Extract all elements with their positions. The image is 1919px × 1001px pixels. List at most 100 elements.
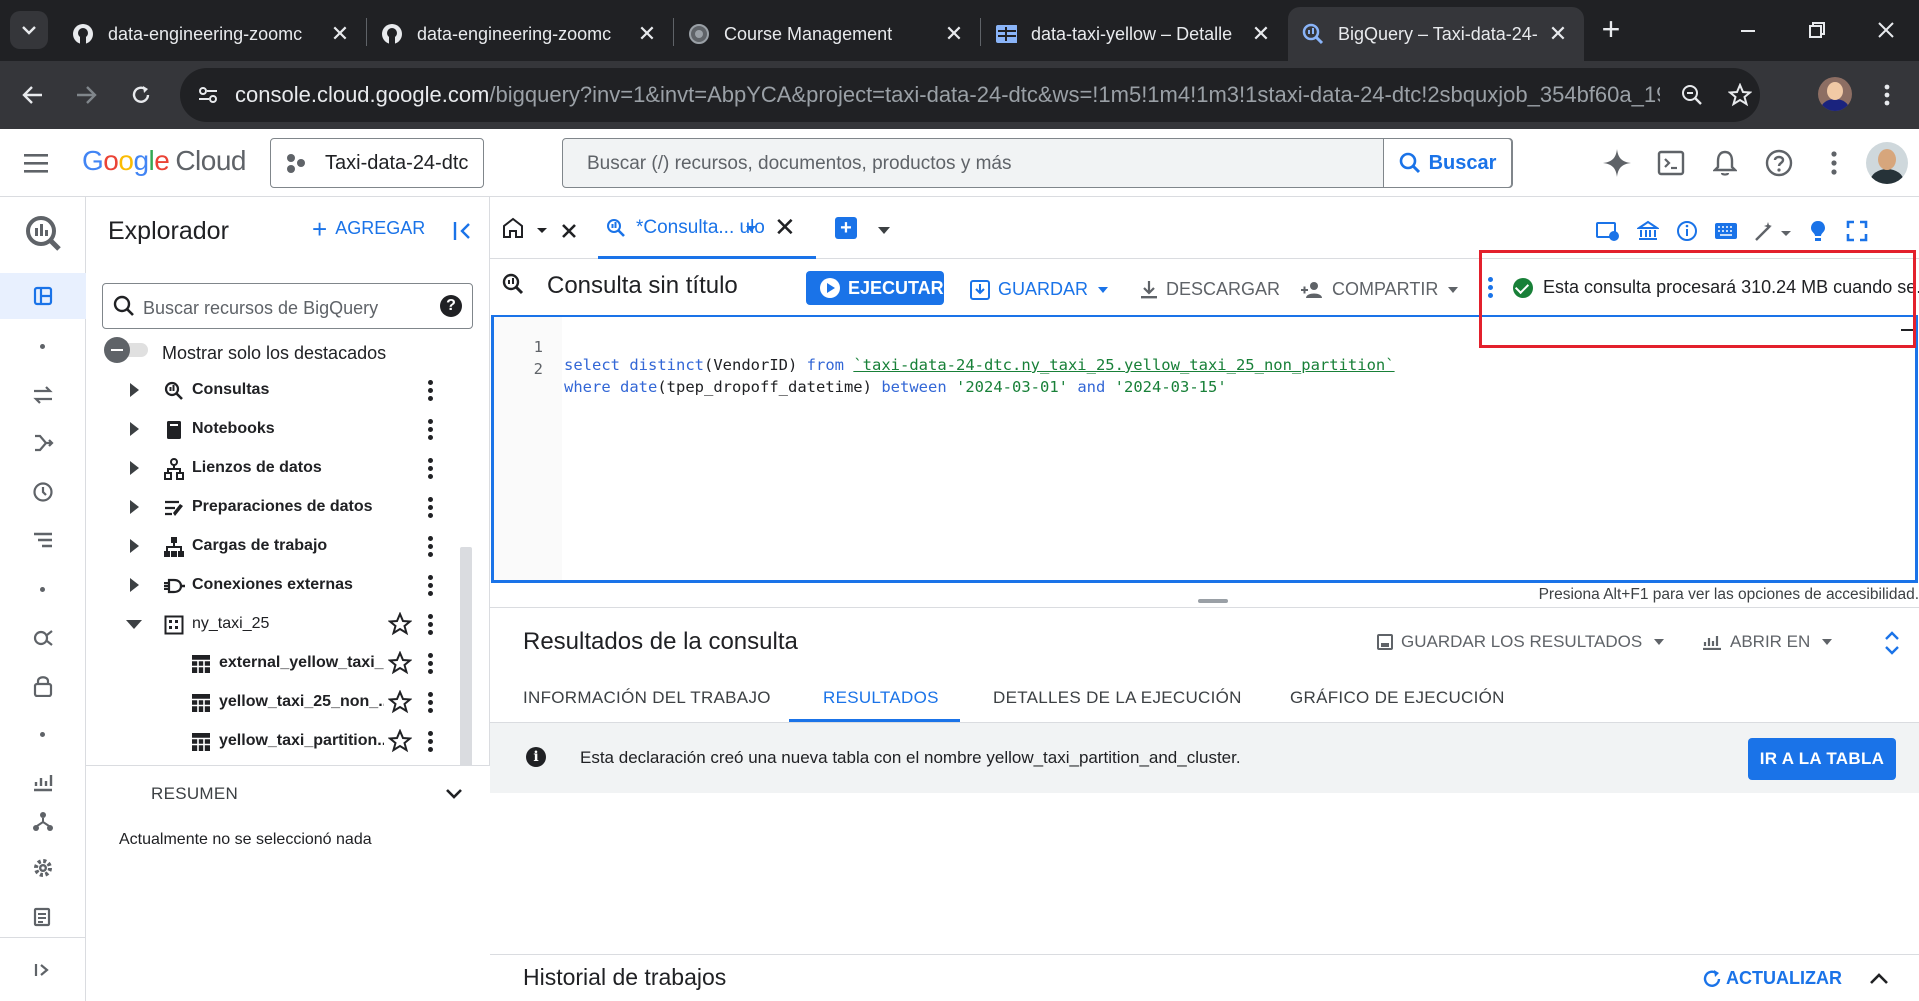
more-options-icon[interactable]	[427, 419, 433, 441]
new-tab-button[interactable]: +	[1594, 13, 1628, 48]
console-search-button[interactable]: Buscar	[1383, 138, 1512, 188]
run-button[interactable]: EJECUTAR	[806, 271, 944, 305]
rail-workflows-icon[interactable]	[0, 517, 86, 563]
window-close-icon[interactable]	[1866, 10, 1906, 50]
project-picker[interactable]: Taxi-data-24-dtc	[270, 138, 484, 188]
browser-tab-5-active[interactable]: BigQuery – Taxi-data-24- ✕	[1288, 7, 1584, 61]
expand-collapse-icon[interactable]	[1881, 629, 1903, 657]
close-icon[interactable]: ✕	[1546, 21, 1570, 46]
explorer-add-button[interactable]: + AGREGAR	[312, 216, 425, 242]
more-options-icon[interactable]	[427, 731, 433, 753]
share-button[interactable]: COMPARTIR	[1300, 279, 1459, 300]
forward-icon[interactable]	[66, 75, 106, 115]
expand-caret-icon[interactable]	[130, 578, 139, 592]
settings-kebab-icon[interactable]	[1817, 146, 1851, 180]
bigquery-logo-icon[interactable]	[0, 207, 86, 259]
more-options-icon[interactable]	[427, 536, 433, 558]
expand-caret-icon[interactable]	[130, 422, 139, 436]
browser-tab-2[interactable]: data-engineering-zoomc ✕	[367, 7, 673, 61]
google-cloud-logo[interactable]: Google Cloud	[82, 145, 246, 177]
rail-release-notes-icon[interactable]	[0, 894, 86, 940]
rail-expand-icon[interactable]	[0, 947, 86, 993]
sql-editor[interactable]: 1 select distinct(VendorID) from `taxi-d…	[491, 315, 1918, 583]
site-info-icon[interactable]	[192, 79, 224, 111]
tree-item-table-partition[interactable]: yellow_taxi_partition...	[86, 722, 456, 761]
more-options-icon[interactable]	[427, 653, 433, 675]
rail-transfers-icon[interactable]	[0, 372, 86, 418]
home-tab[interactable]	[500, 215, 604, 245]
close-icon[interactable]: ✕	[328, 21, 352, 46]
keyboard-icon[interactable]	[1714, 219, 1738, 243]
browser-menu-icon[interactable]	[1867, 75, 1907, 115]
explorer-search-input[interactable]: Buscar recursos de BigQuery ?	[102, 283, 473, 329]
star-icon[interactable]	[388, 651, 412, 675]
refresh-button[interactable]: ACTUALIZAR	[1702, 968, 1842, 989]
new-query-dropdown-icon[interactable]	[878, 227, 890, 234]
reload-icon[interactable]	[121, 75, 161, 115]
expand-caret-icon[interactable]	[130, 539, 139, 553]
lightbulb-icon[interactable]	[1806, 219, 1830, 243]
url-text[interactable]: console.cloud.google.com/bigquery?inv=1&…	[235, 82, 1660, 108]
tree-item-lienzos[interactable]: Lienzos de datos	[86, 449, 456, 488]
more-options-icon[interactable]	[427, 614, 433, 636]
rail-analytics-hub-icon[interactable]	[0, 615, 86, 661]
tab-execution-details[interactable]: DETALLES DE LA EJECUCIÓN	[993, 688, 1242, 708]
chevron-up-icon[interactable]	[1867, 968, 1891, 990]
expand-caret-icon[interactable]	[130, 500, 139, 514]
more-options-icon[interactable]	[427, 692, 433, 714]
download-button[interactable]: DESCARGAR	[1140, 279, 1280, 300]
star-icon[interactable]	[388, 729, 412, 753]
gemini-sparkle-icon[interactable]	[1600, 146, 1634, 180]
more-options-icon[interactable]	[427, 497, 433, 519]
tree-item-table-non-partition[interactable]: yellow_taxi_25_non_...	[86, 683, 456, 722]
notifications-bell-icon[interactable]	[1708, 146, 1742, 180]
open-in-button[interactable]: ABRIR EN	[1702, 632, 1833, 652]
collapse-caret-icon[interactable]	[126, 620, 142, 629]
browser-tab-4[interactable]: data-taxi-yellow – Detalle ✕	[981, 7, 1287, 61]
new-query-button[interactable]: +	[835, 217, 857, 239]
rail-studio-icon[interactable]	[0, 273, 86, 319]
browser-tab-1[interactable]: data-engineering-zoomc ✕	[58, 7, 366, 61]
save-results-button[interactable]: GUARDAR LOS RESULTADOS	[1377, 632, 1665, 652]
restore-icon[interactable]	[1797, 10, 1837, 50]
tab-job-info[interactable]: INFORMACIÓN DEL TRABAJO	[523, 688, 771, 708]
tab-dropdown-icon[interactable]	[746, 226, 756, 232]
address-bar[interactable]: console.cloud.google.com/bigquery?inv=1&…	[180, 68, 1760, 122]
tab-results[interactable]: RESULTADOS	[823, 688, 939, 708]
close-icon[interactable]: ✕	[635, 21, 659, 46]
cloud-shell-icon[interactable]	[1654, 146, 1688, 180]
magic-wand-icon[interactable]	[1754, 219, 1794, 243]
more-options-icon[interactable]	[427, 380, 433, 402]
tree-item-dataset-ny-taxi-25[interactable]: ny_taxi_25	[86, 605, 456, 644]
star-icon[interactable]	[388, 612, 412, 636]
starred-only-toggle[interactable]	[104, 337, 150, 363]
user-avatar[interactable]	[1866, 142, 1908, 184]
tree-item-consultas[interactable]: Consultas	[86, 371, 456, 410]
expand-caret-icon[interactable]	[130, 383, 139, 397]
menu-icon[interactable]	[22, 149, 52, 177]
more-options-icon[interactable]	[427, 575, 433, 597]
close-tab-icon[interactable]: ✕	[774, 214, 796, 240]
tree-item-cargas[interactable]: Cargas de trabajo	[86, 527, 456, 566]
collapse-panel-icon[interactable]	[450, 218, 476, 244]
rail-scheduled-queries-icon[interactable]	[0, 469, 86, 515]
tab-execution-graph[interactable]: GRÁFICO DE EJECUCIÓN	[1290, 688, 1505, 708]
close-icon[interactable]: ✕	[1249, 21, 1273, 46]
fullscreen-icon[interactable]	[1845, 219, 1869, 243]
back-icon[interactable]	[13, 75, 53, 115]
rail-pipelines-icon[interactable]	[0, 420, 86, 466]
rail-lock-icon[interactable]	[0, 663, 86, 709]
rail-settings-gear-icon[interactable]	[0, 845, 86, 891]
more-options-icon[interactable]	[1487, 277, 1493, 301]
bookmark-star-icon[interactable]	[1725, 80, 1755, 110]
chevron-down-icon[interactable]	[444, 784, 464, 804]
minimize-icon[interactable]	[1728, 10, 1768, 50]
resize-handle[interactable]	[1198, 599, 1228, 603]
query-editor-tab[interactable]: *Consulta... ulo ✕	[598, 197, 816, 259]
zoom-icon[interactable]	[1677, 80, 1707, 110]
save-button[interactable]: GUARDAR	[970, 279, 1109, 300]
tab-search-button[interactable]	[10, 11, 48, 49]
help-icon[interactable]: ?	[440, 295, 462, 317]
tree-item-table-external[interactable]: external_yellow_taxi_...	[86, 644, 456, 683]
info-icon[interactable]	[1675, 219, 1699, 243]
